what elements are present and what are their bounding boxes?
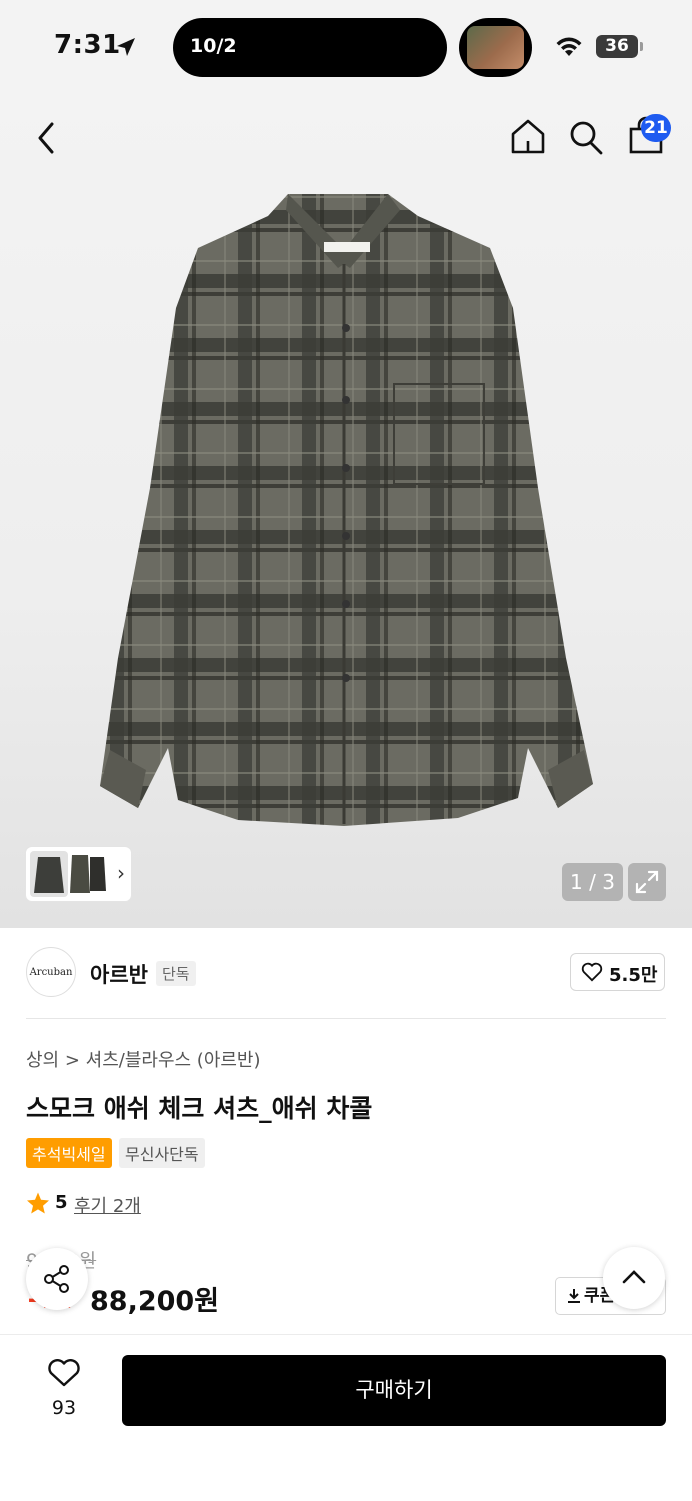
wishlist-count: 93 [51, 1397, 77, 1419]
location-arrow-icon [117, 38, 135, 56]
divider [26, 1018, 666, 1019]
live-activity-thumbnail [467, 26, 524, 69]
color-variant-thumbnails[interactable]: › [26, 847, 131, 901]
variant-thumbnail-images [30, 851, 106, 897]
island-label: 10/2 [190, 35, 237, 57]
star-icon [27, 1192, 49, 1214]
back-arrow-icon[interactable] [30, 118, 66, 158]
brand-exclusive-tag: 단독 [156, 961, 196, 986]
heart-icon [581, 962, 603, 982]
chevron-right-icon: › [117, 861, 125, 885]
product-title: 스모크 애쉬 체크 셔츠_애쉬 차콜 [26, 1094, 373, 1123]
share-icon [44, 1265, 69, 1293]
home-icon[interactable] [508, 116, 548, 156]
wifi-icon [556, 37, 582, 56]
brand-name[interactable]: 아르반 [90, 959, 148, 989]
brand-like-button[interactable]: 5.5만 [570, 953, 665, 991]
battery-cap [640, 42, 643, 51]
sale-price: 88,200원 [90, 1286, 220, 1317]
rating-value: 5 [55, 1192, 68, 1213]
sale-badge: 추석빅세일 [26, 1138, 112, 1168]
scroll-top-button[interactable] [603, 1247, 665, 1309]
exclusive-badge: 무신사단독 [119, 1138, 205, 1168]
expand-icon[interactable] [628, 863, 666, 901]
buy-button[interactable]: 구매하기 [122, 1355, 666, 1426]
cart-count-badge: 21 [641, 114, 671, 142]
island-live-activity[interactable] [459, 18, 532, 77]
brand-logo[interactable]: Arcuban [26, 947, 76, 997]
download-icon [568, 1289, 580, 1303]
battery-indicator: 36 [596, 35, 638, 58]
gallery-page-counter: 1 / 3 [562, 863, 623, 901]
product-image-shirt [100, 194, 593, 826]
chevron-up-icon [622, 1270, 646, 1284]
breadcrumb[interactable]: 상의 > 셔츠/블라우스 (아르반) [26, 1046, 261, 1072]
status-time: 7:31 [54, 30, 121, 60]
brand-like-count: 5.5만 [609, 965, 658, 986]
review-link[interactable]: 후기 2개 [74, 1192, 141, 1218]
share-button[interactable] [26, 1248, 88, 1310]
heart-icon[interactable] [47, 1358, 81, 1388]
search-icon[interactable] [567, 117, 605, 157]
